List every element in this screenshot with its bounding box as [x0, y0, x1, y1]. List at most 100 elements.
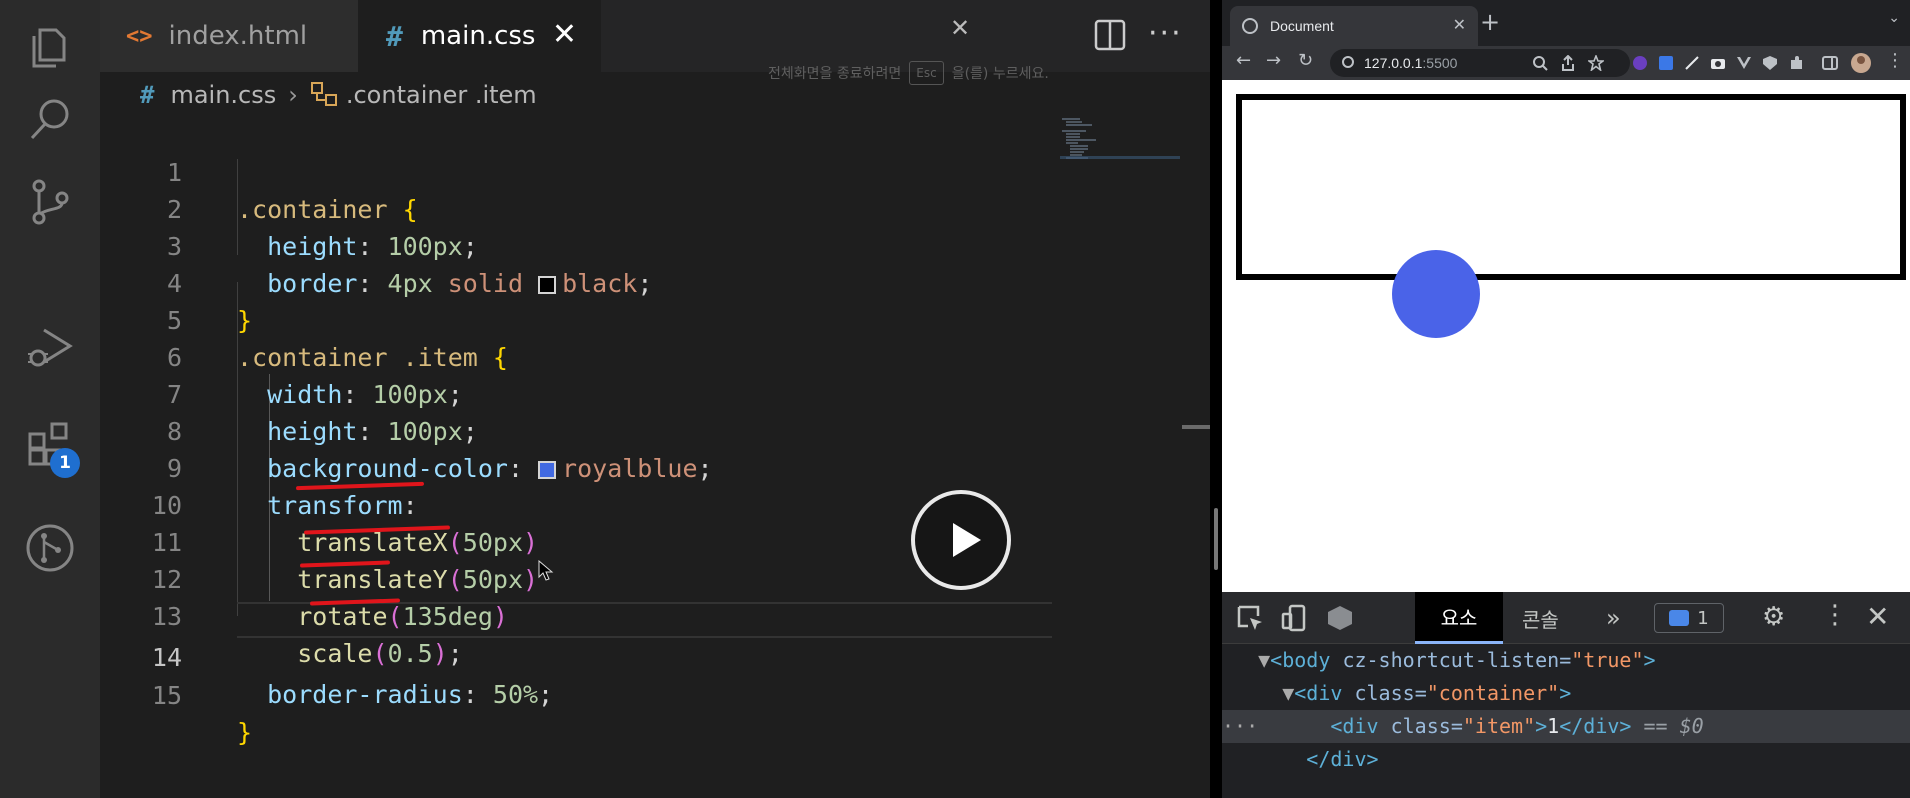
- cube-3d-icon[interactable]: [1326, 604, 1354, 632]
- devtools-menu-icon[interactable]: ⋮: [1822, 600, 1848, 630]
- chevron-right-icon: ›: [288, 81, 298, 109]
- browser-tab[interactable]: Document ✕: [1230, 6, 1478, 46]
- code-line: 4 }: [100, 228, 1050, 335]
- side-panel-icon[interactable]: [1822, 55, 1838, 71]
- chevron-down-icon[interactable]: ⌄: [1888, 10, 1900, 26]
- css-file-icon: #: [140, 81, 155, 109]
- fullscreen-hint-close-icon[interactable]: ✕: [950, 14, 970, 42]
- tab-label: index.html: [168, 21, 308, 51]
- demo-item-circle: [1392, 250, 1480, 338]
- new-tab-icon[interactable]: +: [1480, 8, 1500, 36]
- puzzle-icon[interactable]: [1788, 55, 1804, 71]
- extensions-badge: 1: [50, 448, 80, 478]
- split-editor-icon[interactable]: [1093, 18, 1127, 52]
- devtools-panel: 요소 콘솔 » 1 ⚙ ⋮ ✕ ▼<body cz-shortcut-liste…: [1222, 592, 1910, 798]
- back-icon[interactable]: ←: [1236, 50, 1251, 71]
- devtools-more-tabs[interactable]: »: [1606, 604, 1621, 632]
- fullscreen-hint-key: Esc: [909, 61, 944, 85]
- zoom-icon[interactable]: [1532, 55, 1548, 71]
- message-icon: [1669, 610, 1690, 626]
- css-value: 50%: [492, 680, 539, 709]
- dom-attr-value: "container": [1426, 681, 1560, 705]
- breadcrumb: # main.css › .container .item: [140, 78, 537, 112]
- close-icon[interactable]: ✕: [552, 20, 577, 50]
- dom-attr-value: "true": [1571, 648, 1644, 672]
- minimap[interactable]: [1060, 116, 1180, 176]
- css-property: border-radius: [267, 680, 463, 709]
- dom-node-body[interactable]: ▼<body cz-shortcut-listen="true">: [1222, 644, 1910, 677]
- dom-attr: cz-shortcut-listen: [1342, 648, 1560, 672]
- devtools-tab-elements[interactable]: 요소: [1415, 592, 1503, 644]
- code-line: 7 height: 100px;: [100, 339, 1050, 446]
- gear-icon[interactable]: ⚙: [1762, 602, 1785, 632]
- reload-icon[interactable]: ↻: [1298, 50, 1313, 71]
- dom-selected-ref: == $0: [1643, 714, 1704, 738]
- issues-button[interactable]: 1: [1654, 603, 1724, 633]
- code-line: 8 background-color: royalblue;: [100, 376, 1050, 483]
- site-info-icon[interactable]: [1342, 56, 1354, 68]
- window-divider: [1210, 0, 1222, 798]
- explorer-icon[interactable]: [20, 18, 80, 78]
- share-icon[interactable]: [1560, 55, 1576, 71]
- dom-tag: div: [1306, 681, 1343, 705]
- devtools-tab-console[interactable]: 콘솔: [1522, 592, 1559, 644]
- code-line: 5 .container .item {: [100, 265, 1050, 372]
- translate-icon[interactable]: [1658, 55, 1674, 71]
- code-line: 11 translateY(50px): [100, 487, 1050, 594]
- code-line: 12 rotate(135deg): [100, 524, 1050, 631]
- address-bar[interactable]: 127.0.0.1:5500: [1330, 49, 1630, 77]
- demo-container-box: [1236, 94, 1906, 338]
- code-line: 6 width: 100px;: [100, 302, 1050, 409]
- page-viewport: [1222, 80, 1910, 592]
- extension-icon[interactable]: [1632, 55, 1648, 71]
- more-actions-icon[interactable]: ···: [1148, 16, 1183, 51]
- resize-handle[interactable]: [1214, 508, 1218, 570]
- search-icon[interactable]: [20, 90, 80, 150]
- play-button[interactable]: [911, 490, 1011, 590]
- dom-tag: </div>: [1306, 747, 1379, 771]
- symbol-class-icon: [310, 82, 337, 106]
- dom-tag: div: [1342, 714, 1379, 738]
- tab-label: main.css: [420, 21, 536, 51]
- browser-toolbar: ← → ↻ 127.0.0.1:5500 ⋮: [1222, 46, 1910, 80]
- code-line: 13 scale(0.5);: [100, 561, 1050, 668]
- html-file-icon: <>: [126, 23, 153, 49]
- bookmark-star-icon[interactable]: [1588, 55, 1604, 71]
- source-control-icon[interactable]: [20, 172, 80, 232]
- device-toolbar-icon[interactable]: [1280, 604, 1308, 632]
- tab-index-html[interactable]: <> index.html: [100, 0, 358, 72]
- scrollbar[interactable]: [1182, 425, 1210, 429]
- code-line: 1 .container {: [100, 117, 1050, 224]
- avatar[interactable]: [1850, 52, 1872, 74]
- mouse-cursor-icon: [538, 560, 554, 581]
- dom-node-item[interactable]: ··· <div class="item">1</div> == $0: [1222, 710, 1910, 743]
- css-file-icon: #: [386, 19, 403, 53]
- close-icon[interactable]: ✕: [1453, 15, 1466, 35]
- dom-node-close[interactable]: </div>: [1222, 743, 1910, 776]
- breadcrumb-file[interactable]: main.css: [170, 81, 276, 109]
- dom-attr: class: [1354, 681, 1415, 705]
- browser-window: Document ✕ + ⌄ ← → ↻ 127.0.0.1:5500 ⋮ 요…: [1222, 0, 1910, 798]
- line-number: 15: [151, 681, 182, 710]
- code-line: 2 height: 100px;: [100, 154, 1050, 261]
- camera-icon[interactable]: [1710, 55, 1726, 71]
- inspect-element-icon[interactable]: [1236, 604, 1264, 632]
- tab-main-css[interactable]: # main.css ✕: [358, 0, 601, 72]
- vue-devtools-icon[interactable]: [1736, 55, 1752, 71]
- forward-icon[interactable]: →: [1266, 50, 1281, 71]
- dom-text: 1: [1547, 714, 1560, 738]
- dom-node-container[interactable]: ▼<div class="container">: [1222, 677, 1910, 710]
- code-line: 3 border: 4px solid black;: [100, 191, 1050, 298]
- globe-icon: [1242, 18, 1258, 34]
- close-icon[interactable]: ✕: [1866, 600, 1889, 633]
- ublock-icon[interactable]: [1762, 55, 1778, 71]
- pen-icon[interactable]: [1684, 55, 1700, 71]
- run-debug-icon[interactable]: [20, 316, 80, 376]
- code-line: 14 border-radius: 50%;: [100, 602, 1050, 709]
- devtools-toolbar: 요소 콘솔 » 1 ⚙ ⋮ ✕: [1222, 592, 1910, 644]
- dom-attr: class: [1390, 714, 1451, 738]
- browser-menu-icon[interactable]: ⋮: [1886, 50, 1904, 71]
- activity-bar: 1: [0, 0, 100, 798]
- git-graph-icon[interactable]: [20, 518, 80, 578]
- breadcrumb-symbol[interactable]: .container .item: [346, 81, 537, 109]
